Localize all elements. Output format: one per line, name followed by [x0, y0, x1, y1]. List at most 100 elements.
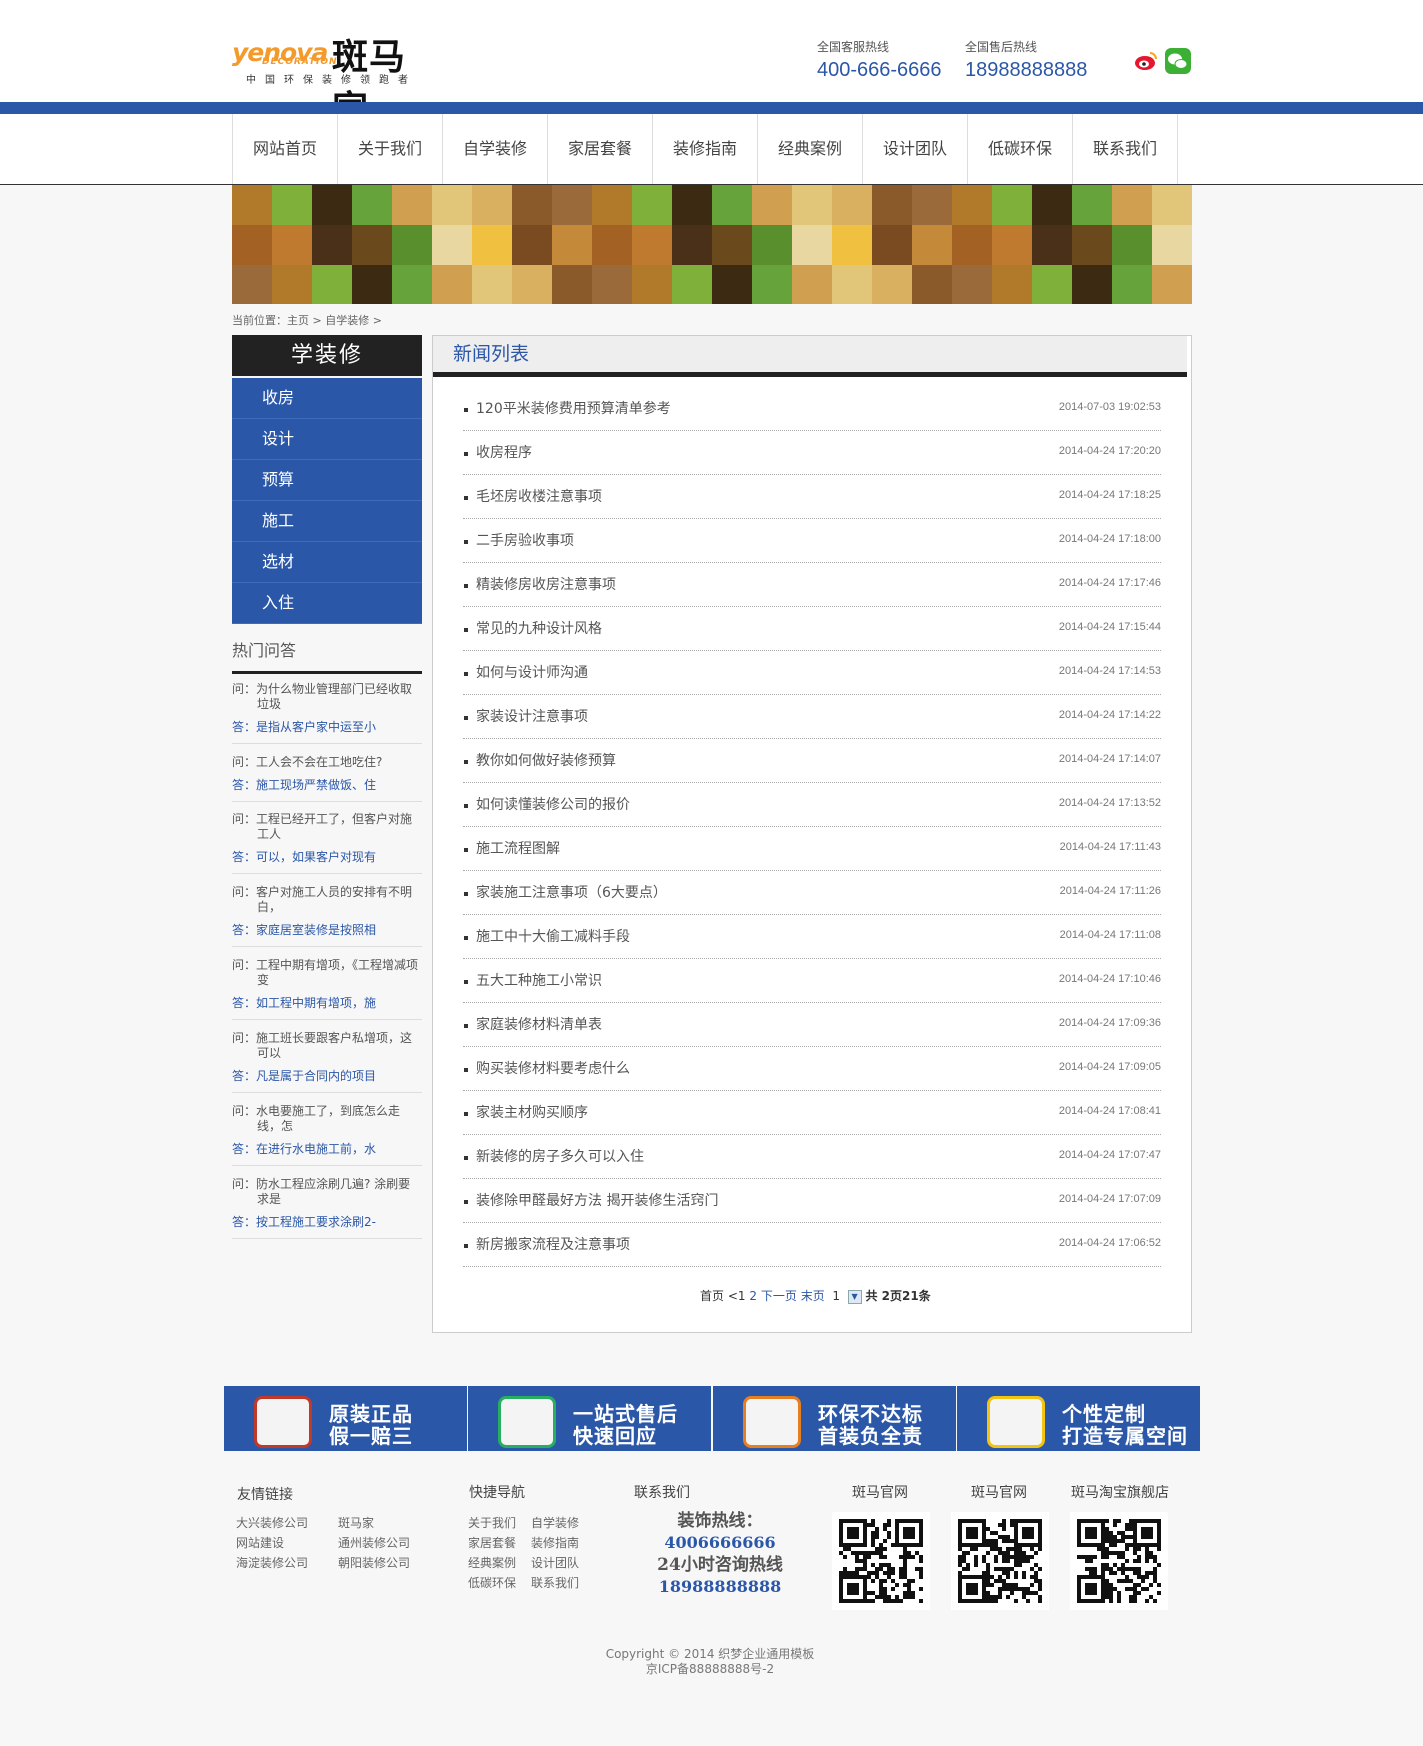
banner-tile: [272, 185, 312, 225]
faq-question[interactable]: 问：为什么物业管理部门已经收取垃圾: [232, 682, 422, 712]
feature-block[interactable]: 个性定制 打造专属空间: [957, 1386, 1200, 1451]
footer-quick-cases[interactable]: 经典案例: [468, 1554, 516, 1571]
nav-eco[interactable]: 低碳环保: [968, 114, 1073, 184]
footer-quick-about[interactable]: 关于我们: [468, 1514, 516, 1531]
banner-tile: [392, 225, 432, 265]
footer-quick-guide[interactable]: 装修指南: [531, 1534, 579, 1551]
footer-link-banma[interactable]: 斑马家: [338, 1514, 374, 1531]
news-title[interactable]: 120平米装修费用预算清单参考: [476, 398, 671, 418]
news-title[interactable]: 施工流程图解: [476, 838, 560, 858]
pager-select[interactable]: ▼: [847, 1289, 862, 1304]
footer-link-daxing[interactable]: 大兴装修公司: [236, 1514, 308, 1531]
sidebar-item-materials[interactable]: 选材: [232, 542, 422, 583]
banner-tile: [872, 265, 912, 304]
pager-prev[interactable]: <1: [728, 1289, 746, 1303]
footer-quick-eco[interactable]: 低碳环保: [468, 1574, 516, 1591]
news-title[interactable]: 家装设计注意事项: [476, 706, 588, 726]
faq-item: 问：为什么物业管理部门已经收取垃圾答：是指从客户家中运至小: [232, 682, 422, 744]
news-title[interactable]: 如何读懂装修公司的报价: [476, 794, 630, 814]
footer-link-chaoyang[interactable]: 朝阳装修公司: [338, 1554, 410, 1571]
news-title[interactable]: 装修除甲醛最好方法 揭开装修生活窍门: [476, 1190, 718, 1210]
faq-question[interactable]: 问：工程已经开工了，但客户对施工人: [232, 812, 422, 842]
faq-answer[interactable]: 答：按工程施工要求涂刷2-: [232, 1215, 422, 1230]
news-title[interactable]: 常见的九种设计风格: [476, 618, 602, 638]
bullet-icon: [464, 1200, 468, 1204]
faq-answer[interactable]: 答：施工现场严禁做饭、住: [232, 778, 422, 793]
faq-question[interactable]: 问：施工班长要跟客户私增项，这可以: [232, 1031, 422, 1061]
nav-packages[interactable]: 家居套餐: [548, 114, 653, 184]
pager-page-2[interactable]: 2: [749, 1289, 757, 1303]
sidebar-item-move-in[interactable]: 入住: [232, 583, 422, 624]
faq-answer[interactable]: 答：是指从客户家中运至小: [232, 720, 422, 735]
bullet-icon: [464, 1156, 468, 1160]
news-title[interactable]: 购买装修材料要考虑什么: [476, 1058, 630, 1078]
news-row: 家装设计注意事项 2014-04-24 17:14:22: [463, 695, 1161, 739]
logo[interactable]: yenova DECORATION 斑马家 中国环保装修领跑者: [232, 28, 442, 130]
feature-line2: 首装负全责: [818, 1424, 923, 1448]
feature-block[interactable]: 原装正品 假一赔三: [224, 1386, 467, 1451]
nav-contact[interactable]: 联系我们: [1073, 114, 1178, 184]
nav-cases[interactable]: 经典案例: [758, 114, 863, 184]
footer-link-haidian[interactable]: 海淀装修公司: [236, 1554, 308, 1571]
news-title[interactable]: 新装修的房子多久可以入住: [476, 1146, 644, 1166]
sidebar-item-receive[interactable]: 收房: [232, 378, 422, 419]
footer-link-tongzhou[interactable]: 通州装修公司: [338, 1534, 410, 1551]
news-row: 如何与设计师沟通 2014-04-24 17:14:53: [463, 651, 1161, 695]
news-title[interactable]: 家装施工注意事项（6大要点）: [476, 882, 667, 902]
footer-quick-team[interactable]: 设计团队: [531, 1554, 579, 1571]
faq-answer[interactable]: 答：家庭居室装修是按照相: [232, 923, 422, 938]
banner-tile: [672, 225, 712, 265]
footer-link-web[interactable]: 网站建设: [236, 1534, 284, 1551]
faq-question[interactable]: 问：工人会不会在工地吃住?: [232, 755, 422, 770]
news-title[interactable]: 如何与设计师沟通: [476, 662, 588, 682]
news-title[interactable]: 教你如何做好装修预算: [476, 750, 616, 770]
faq-answer[interactable]: 答：可以，如果客户对现有: [232, 850, 422, 865]
banner-tile: [1072, 265, 1112, 304]
feature-block[interactable]: 环保不达标 首装负全责: [713, 1386, 956, 1451]
sidebar-item-budget[interactable]: 预算: [232, 460, 422, 501]
faq-title: 热门问答: [232, 637, 422, 674]
weibo-icon[interactable]: [1133, 48, 1159, 74]
footer-quick-learn[interactable]: 自学装修: [531, 1514, 579, 1531]
faq-answer[interactable]: 答：如工程中期有增项，施: [232, 996, 422, 1011]
nav-about[interactable]: 关于我们: [338, 114, 443, 184]
news-title[interactable]: 毛坯房收楼注意事项: [476, 486, 602, 506]
faq-answer[interactable]: 答：凡是属于合同内的项目: [232, 1069, 422, 1084]
sidebar-item-construction[interactable]: 施工: [232, 501, 422, 542]
feature-block[interactable]: 一站式售后 快速回应: [468, 1386, 711, 1451]
footer-quick-packages[interactable]: 家居套餐: [468, 1534, 516, 1551]
nav-home[interactable]: 网站首页: [233, 114, 338, 184]
pager-last[interactable]: 末页: [801, 1289, 825, 1303]
footer-quick-contact[interactable]: 联系我们: [531, 1574, 579, 1591]
faq-question[interactable]: 问：防水工程应涂刷几遍? 涂刷要求是: [232, 1177, 422, 1207]
faq-answer[interactable]: 答：在进行水电施工前，水: [232, 1142, 422, 1157]
sidebar-item-design[interactable]: 设计: [232, 419, 422, 460]
news-title[interactable]: 二手房验收事项: [476, 530, 574, 550]
news-date: 2014-04-24 17:20:20: [1058, 445, 1161, 457]
pager-first[interactable]: 首页: [700, 1289, 724, 1303]
faq-question[interactable]: 问：水电要施工了，到底怎么走线，怎: [232, 1104, 422, 1134]
nav-guide[interactable]: 装修指南: [653, 114, 758, 184]
banner-tile: [232, 225, 272, 265]
nav-team[interactable]: 设计团队: [863, 114, 968, 184]
sidebar-title: 学装修: [232, 335, 422, 376]
checklist-icon: [254, 1396, 312, 1448]
wechat-icon[interactable]: [1165, 48, 1191, 74]
bullet-icon: [464, 936, 468, 940]
news-title[interactable]: 施工中十大偷工减料手段: [476, 926, 630, 946]
nav-self-learn[interactable]: 自学装修: [443, 114, 548, 184]
banner-tile: [632, 265, 672, 304]
faq-question[interactable]: 问：客户对施工人员的安排有不明白，: [232, 885, 422, 915]
icp-text[interactable]: 京ICP备88888888号-2: [560, 1662, 860, 1677]
news-title[interactable]: 家庭装修材料清单表: [476, 1014, 602, 1034]
news-date: 2014-04-24 17:06:52: [1058, 1237, 1161, 1249]
faq-item: 问：防水工程应涂刷几遍? 涂刷要求是答：按工程施工要求涂刷2-: [232, 1177, 422, 1239]
faq-question[interactable]: 问：工程中期有增项，《工程增减项变: [232, 958, 422, 988]
pager-next[interactable]: 下一页: [761, 1289, 797, 1303]
breadcrumb: 当前位置：主页 > 自学装修 >: [232, 314, 382, 327]
news-title[interactable]: 新房搬家流程及注意事项: [476, 1234, 630, 1254]
news-title[interactable]: 精装修房收房注意事项: [476, 574, 616, 594]
news-title[interactable]: 收房程序: [476, 442, 532, 462]
news-title[interactable]: 家装主材购买顺序: [476, 1102, 588, 1122]
news-title[interactable]: 五大工种施工小常识: [476, 970, 602, 990]
